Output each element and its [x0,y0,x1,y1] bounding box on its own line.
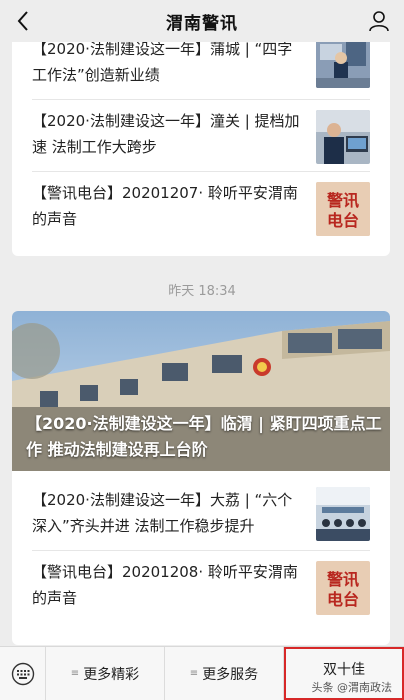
profile-button[interactable] [364,6,394,36]
message-timestamp: 昨天 18:34 [168,284,236,299]
article-title: 【警讯电台】20201208· 聆听平安渭南的声音 [32,563,298,607]
article-card: 【2020·法制建设这一年】临渭 | 紧盯四项重点工作 推动法制建设再上台阶 【… [12,311,390,645]
back-button[interactable] [8,6,38,36]
menu-more-highlights[interactable]: ≡ 更多精彩 [46,647,165,700]
svg-text:电台: 电台 [327,590,359,609]
svg-text:警讯: 警讯 [326,570,359,589]
page-title: 渭南警讯 [166,13,238,34]
article-item[interactable]: 【2020·法制建设这一年】潼关 | 提档加速 法制工作大跨步 [12,100,390,172]
watermark-text: 头条 @渭南政法 [311,681,393,694]
menu-shuang-shi-jia[interactable]: 双十佳 头条 @渭南政法 [284,647,404,700]
article-card: 【2020·法制建设这一年】蒲城 | “四字工作法”创造新业绩 【2020·法制… [12,28,390,256]
article-item[interactable]: 【警讯电台】20201208· 聆听平安渭南的声音 警讯 电台 [12,551,390,641]
radio-badge-image: 警讯 电台 [316,561,370,615]
article-title: 【2020·法制建设这一年】蒲城 | “四字工作法”创造新业绩 [32,40,293,84]
top-nav-bar: 渭南警讯 [0,0,404,42]
bottom-menu-bar: ≡ 更多精彩 ≡ 更多服务 双十佳 头条 @渭南政法 [0,646,404,700]
menu-more-services[interactable]: ≡ 更多服务 [165,647,284,700]
keyboard-toggle-button[interactable] [0,647,46,700]
article-thumbnail [316,487,370,541]
menu-list-icon: ≡ [189,668,199,679]
radio-badge-image: 警讯 电台 [316,182,370,236]
chevron-left-icon [17,11,28,31]
article-title: 【2020·法制建设这一年】潼关 | 提档加速 法制工作大跨步 [32,112,300,156]
svg-text:警讯: 警讯 [326,191,359,210]
article-item[interactable]: 【2020·法制建设这一年】大荔 | “六个深入”齐头并进 法制工作稳步提升 [12,479,390,551]
article-title: 【2020·法制建设这一年】大荔 | “六个深入”齐头并进 法制工作稳步提升 [32,491,293,535]
hero-article[interactable]: 【2020·法制建设这一年】临渭 | 紧盯四项重点工作 推动法制建设再上台阶 [12,311,390,471]
user-icon [369,11,389,32]
hero-title: 【2020·法制建设这一年】临渭 | 紧盯四项重点工作 推动法制建设再上台阶 [26,414,382,459]
article-thumbnail [316,34,370,88]
menu-label: 更多精彩 [83,666,140,683]
article-item[interactable]: 【警讯电台】20201207· 聆听平安渭南的声音 警讯 电台 [12,172,390,256]
article-title: 【警讯电台】20201207· 聆听平安渭南的声音 [32,184,298,228]
menu-list-icon: ≡ [70,668,80,679]
keyboard-icon [11,662,34,686]
svg-text:电台: 电台 [327,211,359,230]
article-thumbnail [316,110,370,164]
menu-label: 双十佳 [323,662,365,678]
menu-label: 更多服务 [202,666,259,683]
